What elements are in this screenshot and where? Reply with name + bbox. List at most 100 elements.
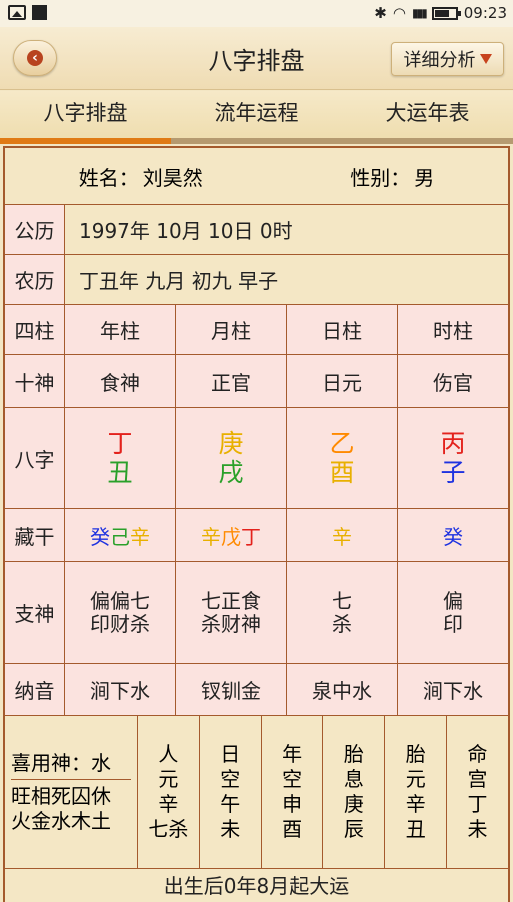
battery-icon xyxy=(431,6,461,20)
title-bar: ‹ 八字排盘 详细分析 xyxy=(0,27,513,90)
renyuan-column: 人元辛七杀 xyxy=(138,716,200,868)
bazi-chart-table: 姓名： 刘昊然 性别： 男 公历 1997年 10月 10日 0时 农历 丁丑年… xyxy=(3,146,510,902)
zhishen-line: 杀财神 xyxy=(201,611,261,636)
zhishen-label: 支神 xyxy=(5,562,65,663)
vtext: 丑 xyxy=(405,817,426,841)
vtext: 日 xyxy=(220,742,241,766)
solar-label: 公历 xyxy=(5,205,65,254)
shishen-cell: 日元 xyxy=(287,355,398,407)
wifi-icon: ◠ xyxy=(392,4,406,22)
canggan-char: 己 xyxy=(110,524,130,549)
shishen-row: 十神 食神 正官 日元 伤官 xyxy=(5,355,508,408)
rikong-column: 日空午未 xyxy=(200,716,262,868)
stem-day: 乙 xyxy=(329,429,355,458)
niankong-column: 年空申酉 xyxy=(262,716,324,868)
pillars-row: 四柱 年柱 月柱 日柱 时柱 xyxy=(5,305,508,355)
tab-bar: 八字排盘 流年运程 大运年表 xyxy=(0,91,513,143)
vtext: 人 xyxy=(158,742,179,766)
vtext: 息 xyxy=(343,767,364,791)
branch-month: 戌 xyxy=(218,458,244,487)
pillars-label: 四柱 xyxy=(5,305,65,354)
detail-analysis-label: 详细分析 xyxy=(403,50,476,71)
vtext: 空 xyxy=(220,767,241,791)
taixi-column: 胎息庚辰 xyxy=(323,716,386,868)
nayin-cell: 涧下水 xyxy=(423,679,483,703)
canggan-char: 戊 xyxy=(221,524,241,549)
canggan-char: 癸 xyxy=(443,524,463,549)
lunar-date-row: 农历 丁丑年 九月 初九 早子 xyxy=(5,255,508,305)
profile-row: 姓名： 刘昊然 性别： 男 xyxy=(5,148,508,205)
gender-label: 性别： xyxy=(350,165,411,190)
zhishen-hour: 偏印 xyxy=(398,562,508,663)
branch-hour: 子 xyxy=(440,458,466,487)
wangxiang-line: 旺相死囚休 xyxy=(11,783,111,808)
tab-liunian-yuncheng[interactable]: 流年运程 xyxy=(171,91,342,143)
vtext: 七杀 xyxy=(148,817,189,841)
shishen-label: 十神 xyxy=(5,355,65,407)
bazi-cell-hour: 丙子 xyxy=(398,408,508,508)
tab-bazi-paipan[interactable]: 八字排盘 xyxy=(0,91,171,143)
tab-dayun-nianbiao[interactable]: 大运年表 xyxy=(342,91,513,143)
nayin-cell: 钗钏金 xyxy=(176,664,287,715)
vtext: 宫 xyxy=(467,767,488,791)
signal-icon: ▮▮▮ xyxy=(411,6,428,20)
canggan-char: 辛 xyxy=(201,524,221,549)
zhishen-line: 印财杀 xyxy=(90,611,150,636)
vtext: 未 xyxy=(467,817,488,841)
dayun-start-text: 出生后0年8月起大运 xyxy=(163,874,350,898)
nayin-row: 纳音 涧下水 钗钏金 泉中水 涧下水 xyxy=(5,664,508,716)
xiyong-box: 喜用神：水 旺相死囚休 火金水木土 xyxy=(5,716,138,868)
tab-indicator-track xyxy=(0,138,513,144)
bazi-row: 八字 丁丑 庚戌 乙酉 丙子 xyxy=(5,408,508,509)
shishen-cell: 食神 xyxy=(65,355,176,407)
branch-day: 酉 xyxy=(329,458,355,487)
stem-hour: 丙 xyxy=(440,429,466,458)
canggan-year: 癸己辛 xyxy=(65,509,176,561)
vtext: 未 xyxy=(220,817,241,841)
nayin-cell: 泉中水 xyxy=(287,664,398,715)
nayin-cell: 涧下水 xyxy=(65,664,176,715)
shishen-cell: 伤官 xyxy=(433,370,473,395)
zhishen-month: 七正食 杀财神 xyxy=(176,562,287,663)
minggong-column: 命宫丁未 xyxy=(447,716,508,868)
zhishen-line: 杀 xyxy=(332,611,352,636)
status-time: 09:23 xyxy=(463,4,507,22)
name-label: 姓名： xyxy=(78,165,139,190)
lunar-value: 丁丑年 九月 初九 早子 xyxy=(79,269,279,293)
zhishen-year: 偏偏七 印财杀 xyxy=(65,562,176,663)
solar-value: 1997年 10月 10日 0时 xyxy=(79,219,293,243)
canggan-char: 丁 xyxy=(241,524,261,549)
vtext: 辛 xyxy=(405,792,426,816)
canggan-label: 藏干 xyxy=(5,509,65,561)
zhishen-line: 印 xyxy=(443,611,463,636)
zhishen-line: 七正食 xyxy=(201,588,261,613)
detail-analysis-button[interactable]: 详细分析 xyxy=(391,42,504,76)
extra-info-row: 喜用神：水 旺相死囚休 火金水木土 人元辛七杀 日空午未 年空申酉 胎息庚辰 胎… xyxy=(5,716,508,869)
vtext: 命 xyxy=(467,742,488,766)
vtext: 元 xyxy=(405,767,426,791)
canggan-char: 癸 xyxy=(90,524,110,549)
gender-value: 男 xyxy=(414,165,435,190)
vtext: 庚 xyxy=(343,792,364,816)
wuxing-line: 火金水木土 xyxy=(11,808,111,833)
pillar-hour: 时柱 xyxy=(433,319,473,343)
bluetooth-icon: ✱ xyxy=(374,4,387,22)
vtext: 申 xyxy=(282,792,303,816)
vtext: 元 xyxy=(158,767,179,791)
canggan-month: 辛戊丁 xyxy=(176,509,287,561)
image-notification-icon xyxy=(8,5,26,20)
vtext: 丁 xyxy=(467,792,488,816)
nayin-label: 纳音 xyxy=(5,664,65,715)
pillar-day: 日柱 xyxy=(287,305,398,354)
zhishen-row: 支神 偏偏七 印财杀 七正食 杀财神 七杀 偏印 xyxy=(5,562,508,664)
zhishen-line: 偏 xyxy=(443,588,463,613)
vtext: 胎 xyxy=(405,742,426,766)
taiyuan-column: 胎元辛丑 xyxy=(385,716,448,868)
vtext: 酉 xyxy=(282,817,303,841)
canggan-char: 辛 xyxy=(332,524,352,549)
zhishen-line: 偏偏七 xyxy=(90,588,150,613)
status-bar: ✱ ◠ ▮▮▮ 09:23 xyxy=(0,0,513,27)
vtext: 辰 xyxy=(343,817,364,841)
bazi-cell-year: 丁丑 xyxy=(65,408,176,508)
canggan-row: 藏干 癸己辛 辛戊丁 辛 癸 xyxy=(5,509,508,562)
